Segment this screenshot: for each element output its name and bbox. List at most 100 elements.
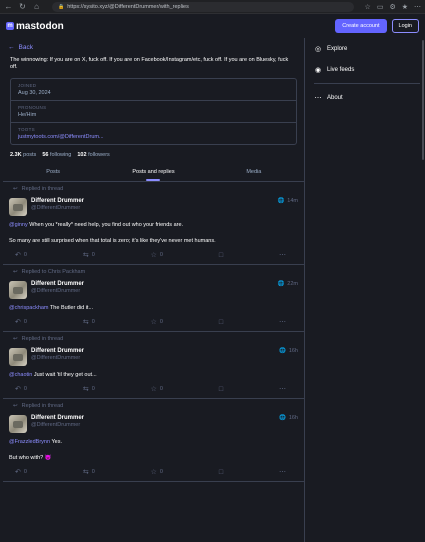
reply-icon: ↩ bbox=[13, 269, 18, 275]
boost-button[interactable]: ⇆ 0 bbox=[83, 251, 95, 259]
star-icon[interactable]: ☆ bbox=[365, 3, 371, 11]
more-button[interactable]: ⋯ bbox=[279, 468, 286, 476]
post-content: @chaotin Just wait 'til they get out... bbox=[9, 372, 97, 378]
reply-button[interactable]: ↶ 0 bbox=[15, 385, 27, 393]
favourite-button[interactable]: ☆ 0 bbox=[151, 468, 163, 476]
sidebar-divider bbox=[314, 83, 420, 84]
login-button[interactable]: Login bbox=[391, 19, 419, 33]
boost-button[interactable]: ⇆ 0 bbox=[83, 318, 95, 326]
globe-icon: 🌐 bbox=[277, 281, 285, 287]
bookmark-button[interactable]: □ bbox=[219, 468, 223, 476]
reply-button[interactable]: ↶ 0 bbox=[15, 468, 27, 476]
post-time[interactable]: 16h bbox=[289, 348, 298, 354]
favourite-button[interactable]: ☆ 0 bbox=[151, 251, 163, 259]
reply-button[interactable]: ↶ 0 bbox=[15, 251, 27, 259]
mastodon-logo-icon: m bbox=[6, 22, 14, 30]
status-post[interactable]: ↩ Replied to Chris Packham Different Dru… bbox=[3, 265, 304, 332]
boost-button[interactable]: ⇆ 0 bbox=[83, 385, 95, 393]
favourite-button[interactable]: ☆ 0 bbox=[151, 385, 163, 393]
reply-context: ↩ Replied in thread bbox=[13, 186, 64, 192]
tab-media[interactable]: Media bbox=[204, 165, 304, 181]
post-time[interactable]: 14m bbox=[287, 198, 298, 204]
back-arrow-icon[interactable]: ← bbox=[4, 2, 13, 11]
post-time[interactable]: 22m bbox=[287, 281, 298, 287]
more-button[interactable]: ⋯ bbox=[279, 251, 286, 259]
profile-fields: JOINED Aug 30, 2024 PRONOUNS He/Him TOOT… bbox=[10, 78, 297, 145]
account-handle: @DifferentDrummer bbox=[31, 422, 81, 428]
tab-posts-and-replies[interactable]: Posts and replies bbox=[103, 165, 203, 181]
bookmark-button[interactable]: □ bbox=[219, 385, 223, 393]
reading-view-icon[interactable]: ▭ bbox=[377, 3, 384, 11]
display-name[interactable]: Different Drummer bbox=[31, 281, 273, 287]
star-icon: ☆ bbox=[150, 252, 157, 259]
favorites-icon[interactable]: ★ bbox=[402, 3, 408, 11]
mastodon-logo[interactable]: m mastodon bbox=[6, 21, 64, 32]
sidebar-item-explore[interactable]: ◎ Explore bbox=[309, 38, 425, 59]
menu-icon[interactable]: ⋯ bbox=[414, 3, 421, 11]
home-icon[interactable]: ⌂ bbox=[32, 2, 41, 11]
reply-all-icon: ↶ bbox=[15, 469, 21, 476]
field-value: He/Him bbox=[18, 112, 37, 118]
more-button[interactable]: ⋯ bbox=[279, 385, 286, 393]
field-value: Aug 30, 2024 bbox=[18, 90, 51, 96]
profile-bio: The winnowing: If you are on X, fuck off… bbox=[10, 57, 289, 70]
post-actions: ↶ 0 ⇆ 0 ☆ 0 □ ⋯ bbox=[9, 312, 298, 327]
create-account-button[interactable]: Create account bbox=[335, 19, 387, 33]
post-time[interactable]: 16h bbox=[289, 415, 298, 421]
back-label: Back bbox=[18, 43, 33, 51]
following-count[interactable]: 56 following bbox=[42, 152, 71, 158]
avatar[interactable] bbox=[9, 348, 27, 366]
boost-icon: ⇆ bbox=[82, 386, 89, 393]
logo-text: mastodon bbox=[16, 20, 64, 32]
followers-count[interactable]: 102 followers bbox=[77, 152, 109, 158]
mention-link[interactable]: @chaotin bbox=[9, 372, 32, 378]
posts-count[interactable]: 2.3K posts bbox=[10, 152, 36, 158]
globe-icon: 🌐 bbox=[277, 198, 285, 204]
reply-icon: ↩ bbox=[13, 403, 18, 409]
post-content: @ginny When you *really* need help, you … bbox=[9, 222, 216, 244]
avatar[interactable] bbox=[9, 415, 27, 433]
field-link[interactable]: justmytoots.com/@DifferentDrum... bbox=[18, 134, 289, 140]
sidebar-item-live-feeds[interactable]: ◉ Live feeds bbox=[309, 59, 425, 80]
more-button[interactable]: ⋯ bbox=[279, 318, 286, 326]
boost-button[interactable]: ⇆ 0 bbox=[83, 468, 95, 476]
address-bar[interactable]: 🔒 https://sysito.xyz/@DifferentDrummer/w… bbox=[52, 1, 354, 12]
back-arrow-icon: ← bbox=[8, 43, 15, 51]
ellipsis-icon: ⋯ bbox=[278, 252, 286, 259]
sidebar-item-about[interactable]: ⋯ About bbox=[309, 87, 425, 108]
avatar[interactable] bbox=[9, 281, 27, 299]
status-post[interactable]: ↩ Replied in thread Different Drummer @D… bbox=[3, 399, 304, 482]
account-handle: @DifferentDrummer bbox=[31, 355, 81, 361]
reload-icon[interactable]: ↻ bbox=[18, 2, 27, 11]
scrollbar[interactable] bbox=[422, 40, 424, 160]
globe-icon: 🌐 bbox=[278, 415, 286, 421]
back-link[interactable]: ← Back bbox=[3, 38, 304, 56]
avatar[interactable] bbox=[9, 198, 27, 216]
display-name[interactable]: Different Drummer bbox=[31, 415, 275, 421]
bookmark-button[interactable]: □ bbox=[219, 318, 223, 326]
extensions-icon[interactable]: ⚙ bbox=[389, 3, 395, 11]
account-handle: @DifferentDrummer bbox=[31, 288, 81, 294]
mention-link[interactable]: @FrazzledBrynn bbox=[9, 439, 50, 445]
globe-icon: 🌐 bbox=[278, 348, 286, 354]
bookmark-button[interactable]: □ bbox=[219, 251, 223, 259]
url-text: https://sysito.xyz/@DifferentDrummer/wit… bbox=[67, 3, 189, 10]
display-name[interactable]: Different Drummer bbox=[31, 198, 273, 204]
status-post[interactable]: ↩ Replied in thread Different Drummer @D… bbox=[3, 182, 304, 265]
status-post[interactable]: ↩ Replied in thread Different Drummer @D… bbox=[3, 332, 304, 399]
boost-icon: ⇆ bbox=[82, 469, 89, 476]
reply-button[interactable]: ↶ 0 bbox=[15, 318, 27, 326]
display-name[interactable]: Different Drummer bbox=[31, 348, 275, 354]
favourite-button[interactable]: ☆ 0 bbox=[151, 318, 163, 326]
field-joined: JOINED Aug 30, 2024 bbox=[11, 79, 296, 101]
bookmark-icon: □ bbox=[218, 251, 224, 259]
sidebar-item-label: Live feeds bbox=[327, 66, 355, 73]
post-content: @chrispackham The Butler did it... bbox=[9, 305, 94, 311]
tab-posts[interactable]: Posts bbox=[3, 165, 103, 181]
reply-context: ↩ Replied to Chris Packham bbox=[13, 269, 86, 275]
lock-icon: 🔒 bbox=[58, 3, 65, 10]
post-actions: ↶ 0 ⇆ 0 ☆ 0 □ ⋯ bbox=[9, 245, 298, 260]
mention-link[interactable]: @chrispackham bbox=[9, 305, 49, 311]
mention-link[interactable]: @ginny bbox=[9, 222, 28, 228]
ellipsis-icon: ⋯ bbox=[278, 386, 286, 393]
